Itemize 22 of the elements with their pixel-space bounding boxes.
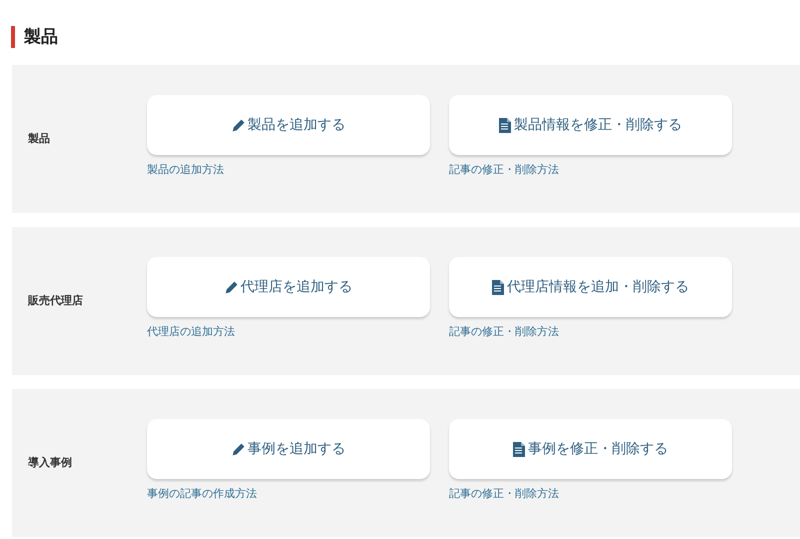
pencil-icon	[224, 280, 238, 294]
help-link[interactable]: 記事の修正・削除方法	[449, 486, 559, 501]
action-button[interactable]: 事例を修正・削除する	[449, 419, 732, 479]
action-button[interactable]: 事例を追加する	[147, 419, 430, 479]
section-heading: 製品	[11, 26, 800, 48]
help-link[interactable]: 製品の追加方法	[147, 162, 224, 177]
row-label: 販売代理店	[26, 293, 84, 308]
help-link[interactable]: 記事の修正・削除方法	[449, 162, 559, 177]
pencil-icon	[232, 118, 244, 132]
action-button[interactable]: 代理店情報を追加・削除する	[449, 257, 732, 317]
action-button[interactable]: 製品情報を修正・削除する	[449, 95, 732, 155]
help-link[interactable]: 記事の修正・削除方法	[449, 324, 559, 339]
document-icon	[513, 442, 525, 456]
action-button[interactable]: 代理店を追加する	[147, 257, 430, 317]
action-button[interactable]: 製品を追加する	[147, 95, 430, 155]
document-icon	[499, 118, 511, 132]
pencil-icon	[232, 442, 244, 456]
row-label: 導入事例	[27, 455, 73, 470]
document-icon	[492, 280, 504, 294]
help-link[interactable]: 代理店の追加方法	[147, 324, 235, 339]
help-link[interactable]: 事例の記事の作成方法	[147, 486, 257, 501]
row-label: 製品	[27, 131, 51, 146]
